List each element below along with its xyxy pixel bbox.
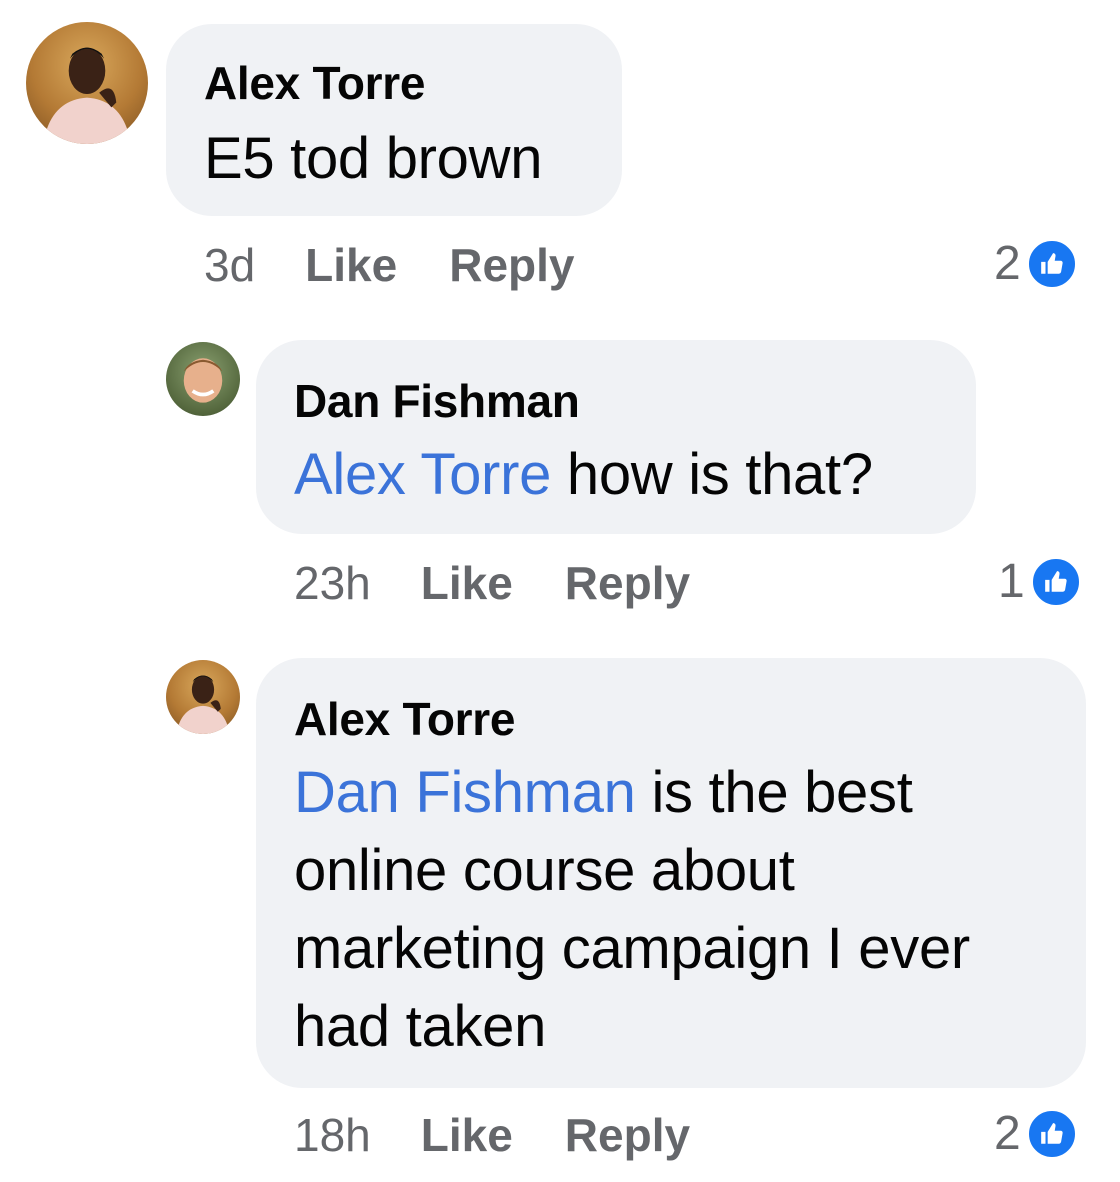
- like-button[interactable]: Like: [305, 239, 397, 291]
- comment-text-line: had taken: [294, 994, 547, 1059]
- comment-actions: 3d Like Reply: [204, 238, 626, 292]
- profile-photo-icon: [43, 47, 131, 144]
- comment-actions: 18h Like Reply: [294, 1108, 742, 1162]
- reaction-summary[interactable]: 1: [998, 554, 1081, 609]
- comment-text-content: E5 tod brown: [204, 126, 543, 191]
- reply-button[interactable]: Reply: [565, 1109, 690, 1161]
- reaction-count: 2: [994, 237, 1021, 290]
- thumbs-up-icon: [1030, 556, 1081, 607]
- comment-text-content: is the best: [651, 760, 913, 825]
- reply-button[interactable]: Reply: [449, 239, 574, 291]
- profile-photo-icon: [183, 358, 223, 403]
- comment-author[interactable]: Dan Fishman: [294, 374, 580, 428]
- reaction-summary[interactable]: 2: [994, 236, 1077, 291]
- mention-link[interactable]: Alex Torre: [294, 442, 551, 507]
- reaction-count: 1: [998, 555, 1025, 608]
- comment-actions: 23h Like Reply: [294, 556, 742, 610]
- avatar[interactable]: [166, 660, 240, 734]
- comment-text: Dan Fishman is the best online course ab…: [294, 754, 970, 1066]
- comment-author[interactable]: Alex Torre: [294, 692, 515, 746]
- like-button[interactable]: Like: [421, 1109, 513, 1161]
- comment-text: Alex Torre how is that?: [294, 436, 873, 514]
- avatar[interactable]: [166, 342, 240, 416]
- comment-text: E5 tod brown: [204, 120, 542, 198]
- reply-button[interactable]: Reply: [565, 557, 690, 609]
- comment-text-line: marketing campaign I ever: [294, 916, 970, 981]
- avatar[interactable]: [26, 22, 148, 144]
- comment-text-content: how is that?: [566, 442, 873, 507]
- comment-timestamp[interactable]: 23h: [294, 557, 371, 609]
- reaction-summary[interactable]: 2: [994, 1106, 1077, 1161]
- comment-timestamp[interactable]: 3d: [204, 239, 255, 291]
- comment-text-line: online course about: [294, 838, 795, 903]
- reaction-count: 2: [994, 1107, 1021, 1160]
- mention-link[interactable]: Dan Fishman: [294, 760, 636, 825]
- comment-text-line: Dan Fishman is the best: [294, 754, 970, 832]
- like-button[interactable]: Like: [421, 557, 513, 609]
- comment-timestamp[interactable]: 18h: [294, 1109, 371, 1161]
- profile-photo-icon: [176, 675, 230, 734]
- thumbs-up-icon: [1026, 238, 1077, 289]
- thumbs-up-icon: [1026, 1108, 1077, 1159]
- comment-author[interactable]: Alex Torre: [204, 56, 425, 110]
